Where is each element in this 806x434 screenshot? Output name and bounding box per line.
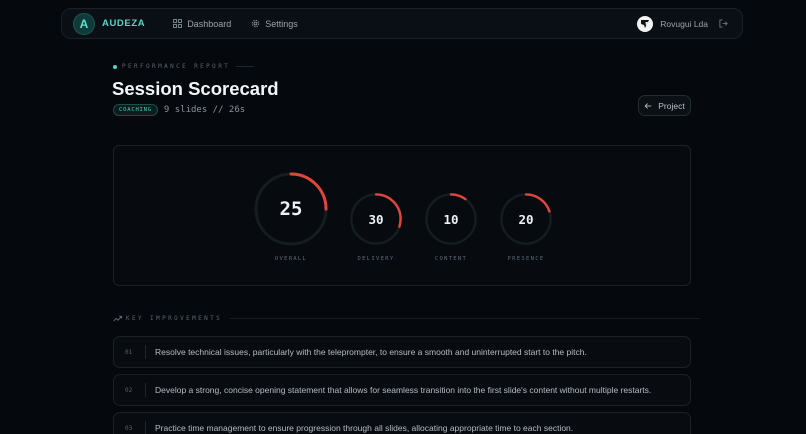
score-card: 25 OVERALL 30 DELIVERY 10 CONTENT 20 PRE… [113, 145, 691, 286]
gauge-value: 20 [518, 211, 534, 227]
gauge-delivery: 30 [349, 192, 403, 246]
gear-icon [252, 19, 260, 28]
back-to-project-button[interactable]: Project [638, 95, 691, 116]
improvement-number: 03 [125, 424, 133, 432]
gauge-value: 25 [279, 198, 303, 220]
gauge-overall: 25 [253, 171, 329, 247]
nav-item-label: Settings [265, 18, 298, 29]
nav-item-dashboard[interactable]: Dashboard [173, 19, 231, 29]
status-dot [113, 64, 117, 69]
brand[interactable]: A AUDEZA [73, 12, 146, 35]
nav-item-settings[interactable]: Settings [251, 19, 298, 29]
eyebrow-text: PERFORMANCE REPORT [122, 63, 231, 70]
improvement-text: Develop a strong, concise opening statem… [155, 385, 652, 395]
session-meta: COACHING 9 slides // 26s [113, 104, 245, 116]
gauge-label: PRESENCE [507, 256, 545, 262]
company-logo-icon [641, 19, 650, 28]
top-navigation-bar: A AUDEZA Dashboard Settings Rovugui Lda [61, 8, 743, 39]
brand-logo: A [73, 12, 95, 35]
section-eyebrow: PERFORMANCE REPORT [113, 63, 255, 70]
gauge-label: DELIVERY [357, 256, 395, 262]
gauge-value: 30 [368, 211, 384, 227]
page-title: Session Scorecard [112, 78, 279, 99]
heading-divider [230, 318, 701, 319]
logout-button[interactable] [719, 19, 728, 28]
key-improvements-heading: KEY IMPROVEMENTS [113, 315, 701, 322]
gauge-value: 10 [443, 211, 459, 227]
user-avatar [637, 15, 654, 32]
session-details: 9 slides // 26s [163, 105, 246, 115]
item-divider [145, 345, 146, 359]
arrow-left-icon [644, 102, 652, 109]
logout-icon [719, 19, 728, 28]
improvement-item: 02 Develop a strong, concise opening sta… [113, 374, 691, 406]
brand-logo-letter: A [79, 16, 89, 31]
grid-icon [173, 19, 183, 28]
improvement-text: Practice time management to ensure progr… [155, 423, 574, 433]
trending-up-icon [113, 315, 122, 322]
brand-name: AUDEZA [102, 18, 146, 29]
category-badge: COACHING [113, 104, 158, 116]
nav-links: Dashboard Settings [173, 19, 318, 29]
improvement-item: 03 Practice time management to ensure pr… [113, 412, 691, 434]
user-name: Rovugui Lda [660, 18, 708, 29]
user-menu[interactable]: Rovugui Lda [637, 15, 728, 32]
improvement-number: 01 [125, 348, 133, 356]
item-divider [145, 383, 146, 397]
eyebrow-divider [236, 66, 255, 67]
gauge-content: 10 [424, 192, 478, 246]
improvement-number: 02 [125, 386, 133, 394]
key-improvements-title: KEY IMPROVEMENTS [126, 315, 223, 322]
improvement-item: 01 Resolve technical issues, particularl… [113, 336, 691, 368]
improvement-text: Resolve technical issues, particularly w… [155, 347, 587, 357]
gauge-label: OVERALL [274, 256, 308, 262]
item-divider [145, 421, 146, 434]
back-to-project-label: Project [658, 100, 685, 111]
nav-item-label: Dashboard [187, 18, 232, 29]
gauge-presence: 20 [499, 192, 553, 246]
gauge-label: CONTENT [434, 256, 468, 262]
